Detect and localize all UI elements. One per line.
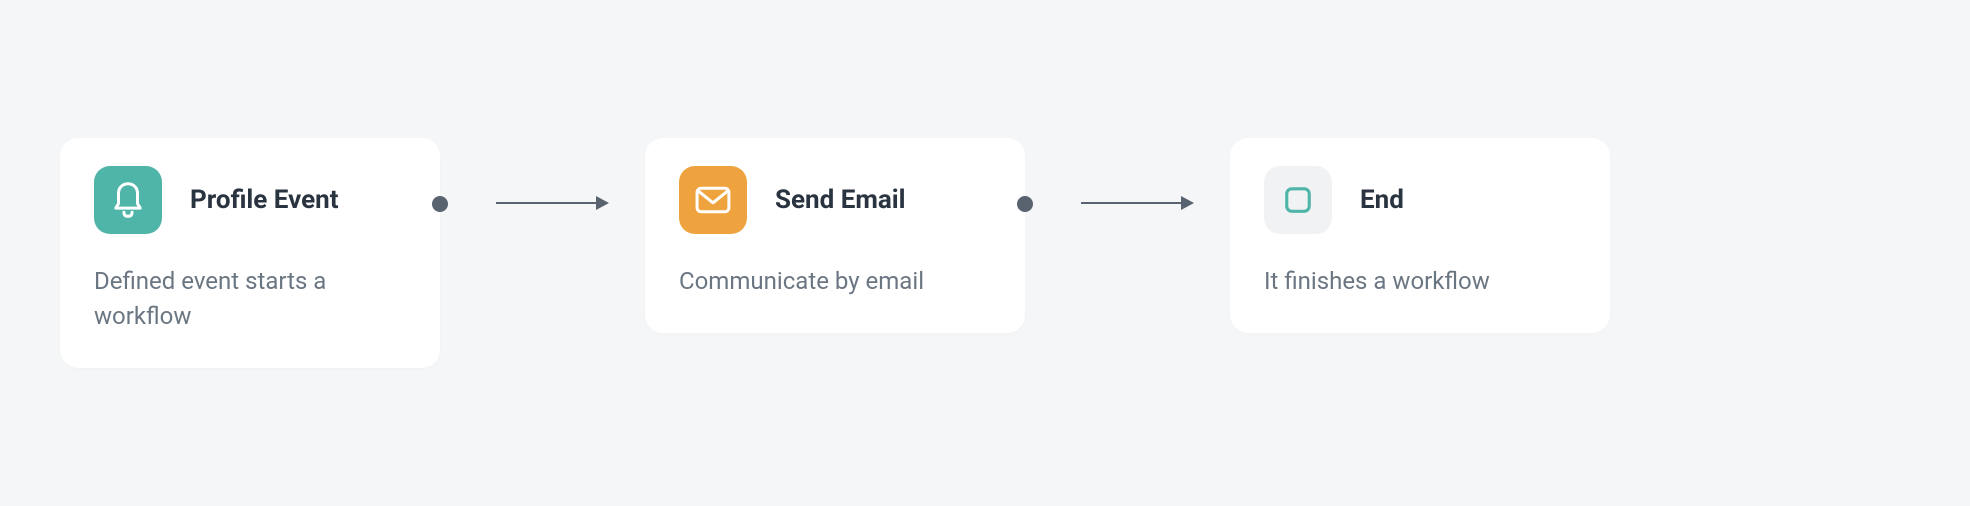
node-description: Communicate by email <box>679 264 991 299</box>
connector-arrow <box>1025 138 1230 268</box>
mail-icon <box>679 166 747 234</box>
node-header: End <box>1264 166 1576 234</box>
bell-icon <box>94 166 162 234</box>
node-header: Profile Event <box>94 166 406 234</box>
node-title: End <box>1360 185 1404 215</box>
connector-arrow <box>440 138 645 268</box>
workflow-node-send-email[interactable]: Send Email Communicate by email <box>645 138 1025 333</box>
node-title: Profile Event <box>190 185 339 215</box>
workflow-node-end[interactable]: End It finishes a workflow <box>1230 138 1610 333</box>
workflow-node-profile-event[interactable]: Profile Event Defined event starts a wor… <box>60 138 440 368</box>
square-icon <box>1264 166 1332 234</box>
workflow-diagram: Profile Event Defined event starts a wor… <box>60 138 1610 368</box>
node-title: Send Email <box>775 185 906 215</box>
node-description: Defined event starts a workflow <box>94 264 406 334</box>
node-description: It finishes a workflow <box>1264 264 1576 299</box>
node-header: Send Email <box>679 166 991 234</box>
